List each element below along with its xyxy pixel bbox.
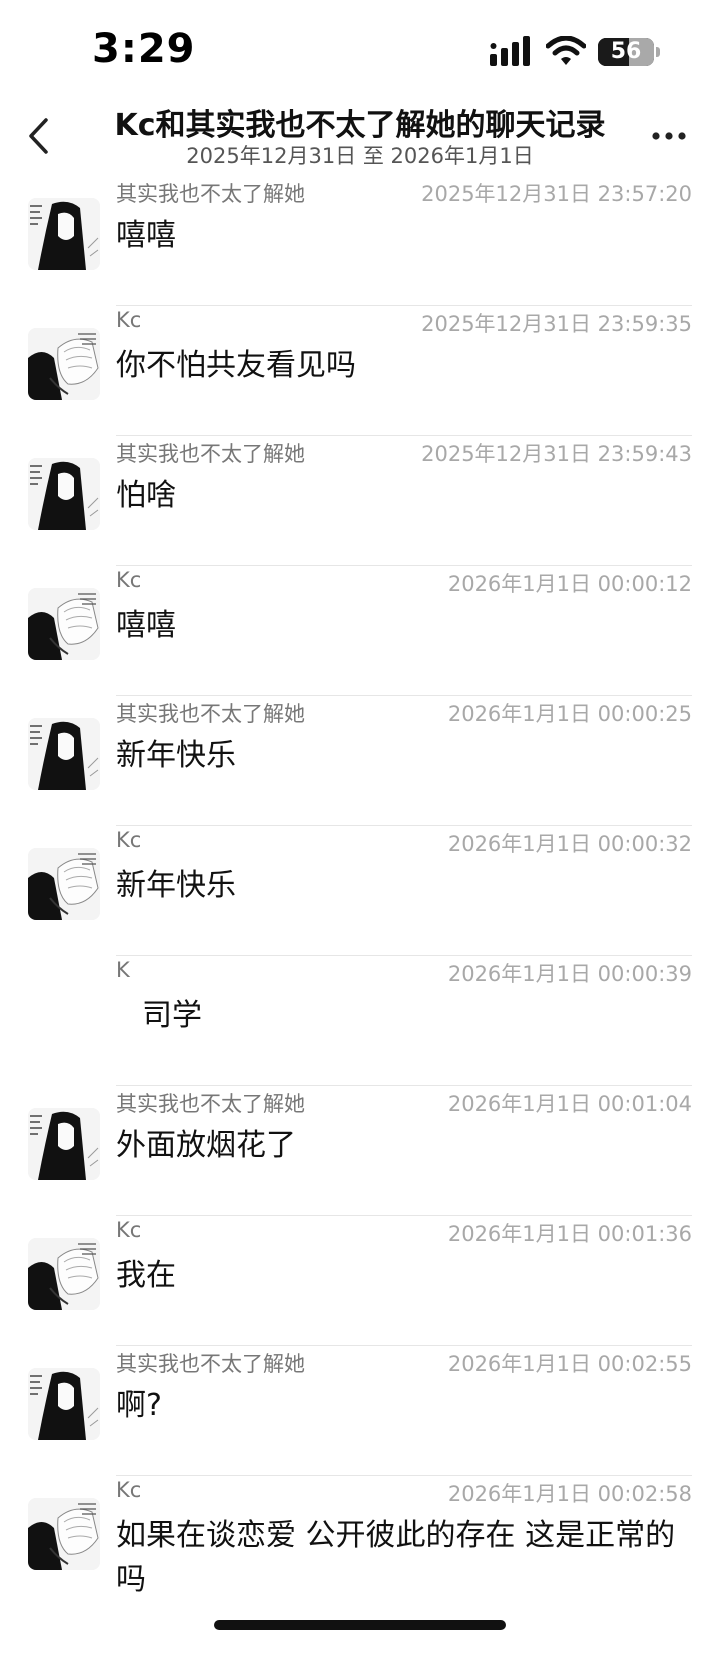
avatar-her-illustration <box>28 1368 100 1440</box>
home-indicator[interactable] <box>214 1620 506 1630</box>
message-text: 你不怕共友看见吗 <box>116 348 356 383</box>
message-text: 新年快乐 <box>116 738 236 773</box>
message-item[interactable]: 其实我也不太了解她 2026年1月1日 00:01:04 外面放烟花了 <box>0 1086 720 1216</box>
signal-icon <box>490 36 530 66</box>
message-timestamp: 2025年12月31日 23:59:43 <box>421 442 692 466</box>
avatar-kc[interactable] <box>28 1238 100 1310</box>
message-text: 嘻嘻 <box>116 608 176 643</box>
message-timestamp: 2025年12月31日 23:59:35 <box>421 312 692 336</box>
message-text: 我在 <box>116 1258 176 1293</box>
sender-name: 其实我也不太了解她 <box>116 182 305 206</box>
battery-nub <box>656 47 660 57</box>
message-text: 嘻嘻 <box>116 218 176 253</box>
message-item[interactable]: Kc 2025年12月31日 23:59:35 你不怕共友看见吗 <box>0 306 720 436</box>
avatar-kc-illustration <box>28 1498 100 1570</box>
sender-name: 其实我也不太了解她 <box>116 1092 305 1116</box>
sender-name: Kc <box>116 828 142 852</box>
avatar-her[interactable] <box>28 198 100 270</box>
page-title: Kc和其实我也不太了解她的聊天记录 <box>114 108 606 143</box>
message-list: 其实我也不太了解她 2025年12月31日 23:57:20 嘻嘻 Kc 202… <box>0 176 720 1654</box>
avatar-her-illustration <box>28 718 100 790</box>
message-item[interactable]: 其实我也不太了解她 2025年12月31日 23:59:43 怕啥 <box>0 436 720 566</box>
message-timestamp: 2026年1月1日 00:01:36 <box>447 1222 692 1246</box>
message-item[interactable]: Kc 2026年1月1日 00:01:36 我在 <box>0 1216 720 1346</box>
avatar-kc[interactable] <box>28 588 100 660</box>
avatar-her-illustration <box>28 198 100 270</box>
avatar-kc[interactable] <box>28 328 100 400</box>
avatar-kc-illustration <box>28 328 100 400</box>
battery-percentage: 56 <box>610 39 642 64</box>
status-time: 3:29 <box>92 26 196 72</box>
sender-name: Kc <box>116 308 142 332</box>
sender-name: 其实我也不太了解她 <box>116 1352 305 1376</box>
more-icon <box>652 132 686 140</box>
message-timestamp: 2026年1月1日 00:00:32 <box>447 832 692 856</box>
message-timestamp: 2026年1月1日 00:02:58 <box>447 1482 692 1506</box>
date-range: 2025年12月31日 至 2026年1月1日 <box>186 144 534 168</box>
sender-name: Kc <box>116 568 142 592</box>
message-timestamp: 2025年12月31日 23:57:20 <box>421 182 692 206</box>
battery-icon: 56 <box>598 38 654 66</box>
message-item[interactable]: 其实我也不太了解她 2026年1月1日 00:02:55 啊? <box>0 1346 720 1476</box>
avatar-her[interactable] <box>28 1108 100 1180</box>
status-bar: 3:29 56 <box>0 0 720 100</box>
avatar-her[interactable] <box>28 458 100 530</box>
avatar-kc[interactable] <box>28 1498 100 1570</box>
back-icon <box>29 118 48 154</box>
message-item[interactable]: 其实我也不太了解她 2026年1月1日 00:00:25 新年快乐 <box>0 696 720 826</box>
message-timestamp: 2026年1月1日 00:02:55 <box>447 1352 692 1376</box>
message-timestamp: 2026年1月1日 00:00:25 <box>447 702 692 726</box>
message-text: 司学 <box>142 998 202 1033</box>
message-text: 啊? <box>116 1388 162 1423</box>
back-button[interactable] <box>16 108 60 164</box>
avatar-kc-illustration <box>28 1238 100 1310</box>
sender-name: Kc <box>116 1218 142 1242</box>
avatar-kc[interactable] <box>28 848 100 920</box>
message-item[interactable]: Kc 2026年1月1日 00:00:12 嘻嘻 <box>0 566 720 696</box>
message-timestamp: 2026年1月1日 00:00:39 <box>447 962 692 986</box>
message-item[interactable]: K 2026年1月1日 00:00:39 司学 <box>0 956 720 1086</box>
avatar-her[interactable] <box>28 1368 100 1440</box>
message-timestamp: 2026年1月1日 00:01:04 <box>447 1092 692 1116</box>
sender-name: 其实我也不太了解她 <box>116 702 305 726</box>
message-item[interactable]: 其实我也不太了解她 2025年12月31日 23:57:20 嘻嘻 <box>0 176 720 306</box>
message-text: 新年快乐 <box>116 868 236 903</box>
avatar-kc-illustration <box>28 588 100 660</box>
chat-history-header: Kc和其实我也不太了解她的聊天记录 2025年12月31日 至 2026年1月1… <box>0 100 720 180</box>
avatar-her[interactable] <box>28 718 100 790</box>
sender-name: K <box>116 958 130 982</box>
wifi-icon <box>546 36 586 65</box>
message-timestamp: 2026年1月1日 00:00:12 <box>447 572 692 596</box>
message-text: 如果在谈恋爱 公开彼此的存在 这是正常的吗 <box>116 1518 676 1597</box>
more-button[interactable] <box>646 116 692 156</box>
message-text: 怕啥 <box>116 478 176 513</box>
avatar-her-illustration <box>28 1108 100 1180</box>
message-item[interactable]: Kc 2026年1月1日 00:00:32 新年快乐 <box>0 826 720 956</box>
sender-name: 其实我也不太了解她 <box>116 442 305 466</box>
avatar-her-illustration <box>28 458 100 530</box>
sender-name: Kc <box>116 1478 142 1502</box>
message-text: 外面放烟花了 <box>116 1128 296 1163</box>
avatar-kc-illustration <box>28 848 100 920</box>
